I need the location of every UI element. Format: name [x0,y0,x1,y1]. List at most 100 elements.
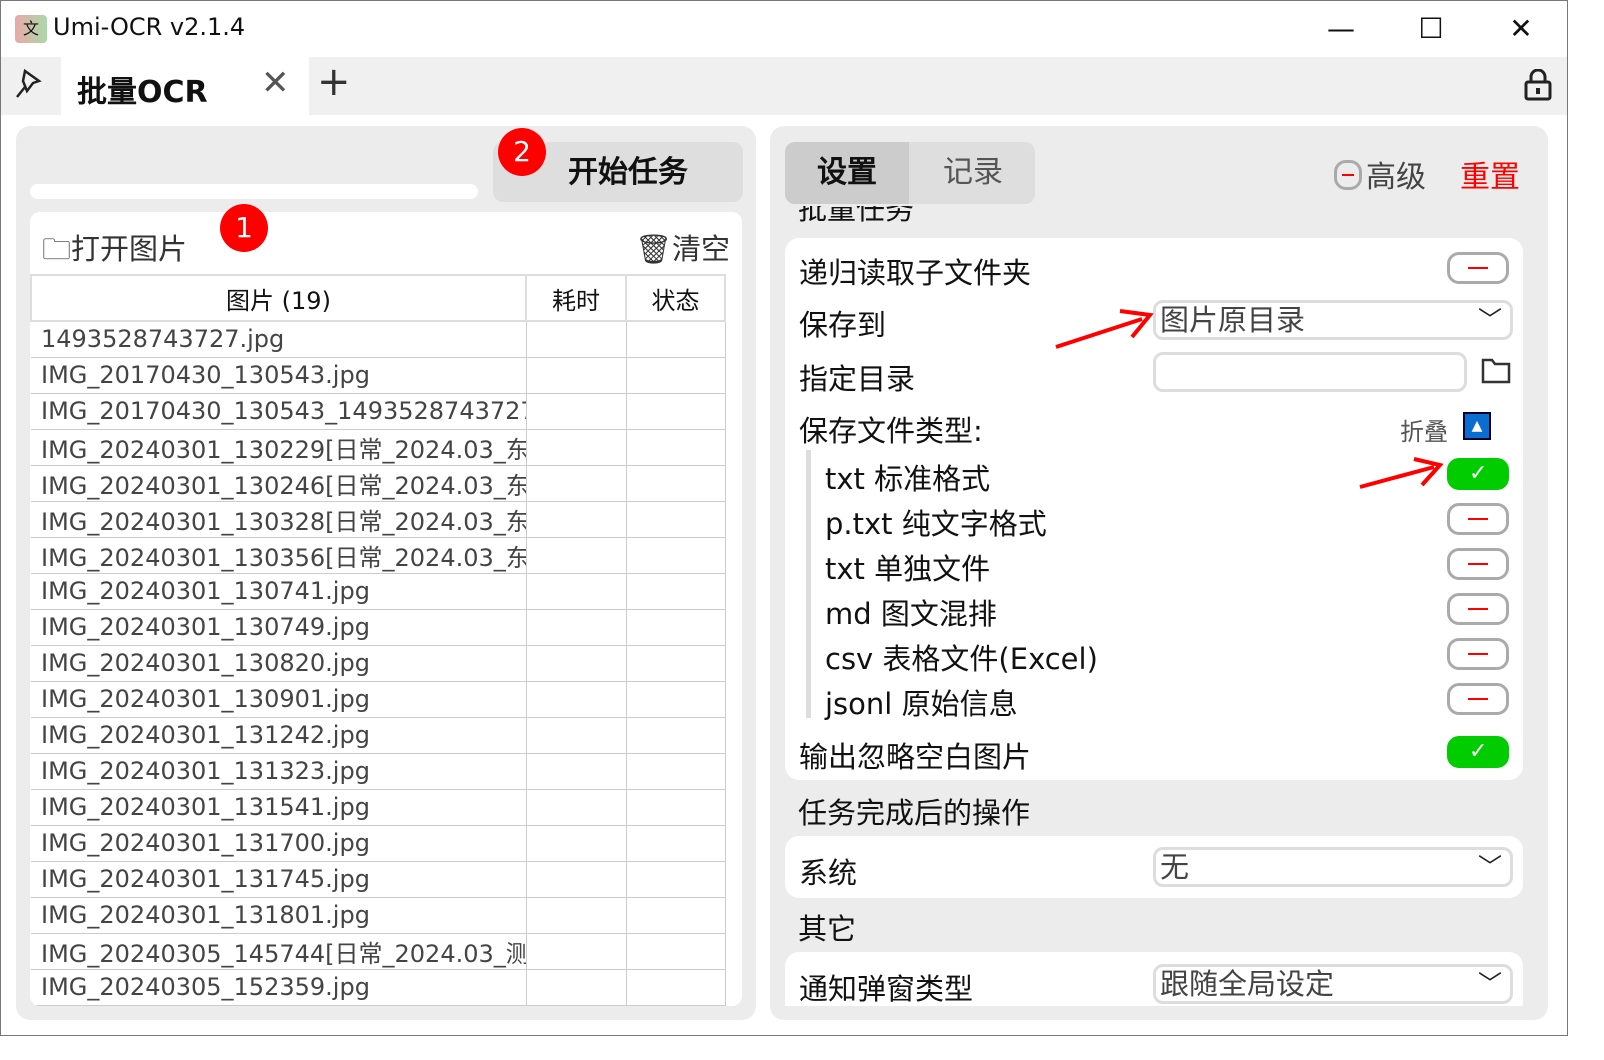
file-name-cell: IMG_20240301_131745.jpg [31,861,527,898]
trash-icon: 🗑 [635,232,672,266]
status-cell [625,465,726,502]
save-to-select[interactable]: 图片原目录 ﹀ [1153,300,1513,340]
file-name-cell: IMG_20170430_130543.jpg [31,357,527,394]
time-cell [525,645,627,682]
close-tab-icon[interactable]: ✕ [261,63,290,103]
time-cell [525,825,627,862]
reset-button[interactable]: 重置 [1460,152,1520,196]
chevron-down-icon: ﹀ [1478,853,1502,881]
tab-settings[interactable]: 设置 [785,142,909,204]
file-type-toggle[interactable] [1447,593,1509,625]
lock-icon[interactable] [1523,68,1553,101]
clear-button[interactable]: 🗑清空 [635,226,730,268]
image-list: 🗀打开图片 🗑清空 图片 (19) 耗时 状态 1493528743727.jp… [30,212,742,1006]
status-cell [625,789,726,826]
table-row[interactable]: IMG_20170430_130543.jpg [31,357,726,394]
time-cell [525,465,627,502]
status-cell [625,573,726,610]
status-cell [625,861,726,898]
save-to-label: 保存到 [799,308,887,342]
table-row[interactable]: 1493528743727.jpg [31,321,726,358]
collapse-button[interactable]: ▲ [1463,412,1491,440]
custom-dir-input[interactable] [1153,352,1467,392]
check-icon: ✓ [1469,739,1488,764]
table-row[interactable]: IMG_20240301_130741.jpg [31,573,726,610]
file-name-cell: IMG_20240301_131323.jpg [31,753,527,790]
section-batch-clipped: 批量任务 [798,206,1098,224]
file-name-cell: IMG_20170430_130543_1493528743727 [31,393,527,430]
minimize-button[interactable]: — [1311,9,1371,49]
section-after-title: 任务完成后的操作 [798,796,1031,830]
table-row[interactable]: IMG_20240301_131323.jpg [31,753,726,790]
status-cell [625,357,726,394]
time-cell [525,969,627,1006]
table-row[interactable]: IMG_20240305_152359.jpg [31,969,726,1006]
time-cell [525,357,627,394]
time-cell [525,861,627,898]
file-type-toggle[interactable]: ✓ [1447,458,1509,490]
folder-browse-icon[interactable] [1481,356,1511,388]
file-type-toggle[interactable] [1447,503,1509,535]
time-cell [525,933,627,970]
table-row[interactable]: IMG_20170430_130543_1493528743727 [31,393,726,430]
annotation-arrow [1359,457,1444,489]
file-type-toggle[interactable] [1447,683,1509,715]
advanced-label: 高级 [1366,160,1426,195]
tab-records[interactable]: 记录 [911,142,1035,204]
chevron-down-icon: ﹀ [1478,970,1502,998]
table-row[interactable]: IMG_20240301_130328[日常_2024.03_东 [31,501,726,538]
table-row[interactable]: IMG_20240301_130820.jpg [31,645,726,682]
file-table: 图片 (19) 耗时 状态 1493528743727.jpg IMG_20170… [30,274,726,1006]
open-images-label: 打开图片 [71,232,188,266]
file-type-toggle[interactable] [1447,548,1509,580]
file-type-toggle[interactable] [1447,638,1509,670]
maximize-button[interactable]: ☐ [1401,9,1461,49]
settings-tabs: 设置 记录 [785,142,1035,204]
time-cell [525,681,627,718]
other-card: 通知弹窗类型 跟随全局设定 ﹀ [785,952,1523,1006]
advanced-toggle[interactable]: 高级 [1334,152,1426,196]
file-type-label: txt 标准格式 [825,462,991,496]
ignore-blank-toggle[interactable]: ✓ [1447,736,1509,768]
table-row[interactable]: IMG_20240301_131700.jpg [31,825,726,862]
add-tab-button[interactable]: + [317,59,351,105]
tab-batch-ocr[interactable]: 批量OCR ✕ [61,57,309,115]
toggle-off-icon [1334,160,1362,190]
file-type-label: jsonl 原始信息 [825,687,1018,721]
system-select[interactable]: 无 ﹀ [1153,847,1513,887]
system-value: 无 [1160,850,1190,884]
table-row[interactable]: IMG_20240301_130246[日常_2024.03_东 [31,465,726,502]
close-button[interactable]: ✕ [1491,9,1551,49]
table-row[interactable]: IMG_20240301_130356[日常_2024.03_东 [31,537,726,574]
after-task-card: 系统 无 ﹀ [785,836,1523,898]
table-row[interactable]: IMG_20240301_130229[日常_2024.03_东 [31,429,726,466]
pin-icon[interactable] [13,67,43,108]
status-cell [625,645,726,682]
status-cell [625,933,726,970]
table-row[interactable]: IMG_20240301_131745.jpg [31,861,726,898]
table-row[interactable]: IMG_20240301_130901.jpg [31,681,726,718]
column-header-image[interactable]: 图片 (19) [30,274,527,322]
status-cell [625,753,726,790]
recursive-toggle[interactable] [1447,252,1509,284]
column-header-status[interactable]: 状态 [625,274,726,322]
status-cell [625,825,726,862]
file-name-cell: IMG_20240305_145744[日常_2024.03_测 [31,933,527,970]
recursive-label: 递归读取子文件夹 [799,256,1032,290]
status-cell [625,609,726,646]
notify-select[interactable]: 跟随全局设定 ﹀ [1153,964,1513,1004]
file-name-cell: IMG_20240301_130901.jpg [31,681,527,718]
table-row[interactable]: IMG_20240301_131242.jpg [31,717,726,754]
tab-label: 批量OCR [77,75,208,110]
table-row[interactable]: IMG_20240301_130749.jpg [31,609,726,646]
time-cell [525,501,627,538]
table-row[interactable]: IMG_20240301_131541.jpg [31,789,726,826]
open-images-button[interactable]: 🗀打开图片 [42,226,187,278]
title-bar: 文 Umi-OCR v2.1.4 — ☐ ✕ [1,1,1567,57]
file-type-label: txt 单独文件 [825,552,991,586]
column-header-time[interactable]: 耗时 [525,274,627,322]
file-name-cell: IMG_20240301_130741.jpg [31,573,527,610]
table-row[interactable]: IMG_20240301_131801.jpg [31,897,726,934]
tab-bar: 批量OCR ✕ + [1,57,1567,115]
table-row[interactable]: IMG_20240305_145744[日常_2024.03_测 [31,933,726,970]
